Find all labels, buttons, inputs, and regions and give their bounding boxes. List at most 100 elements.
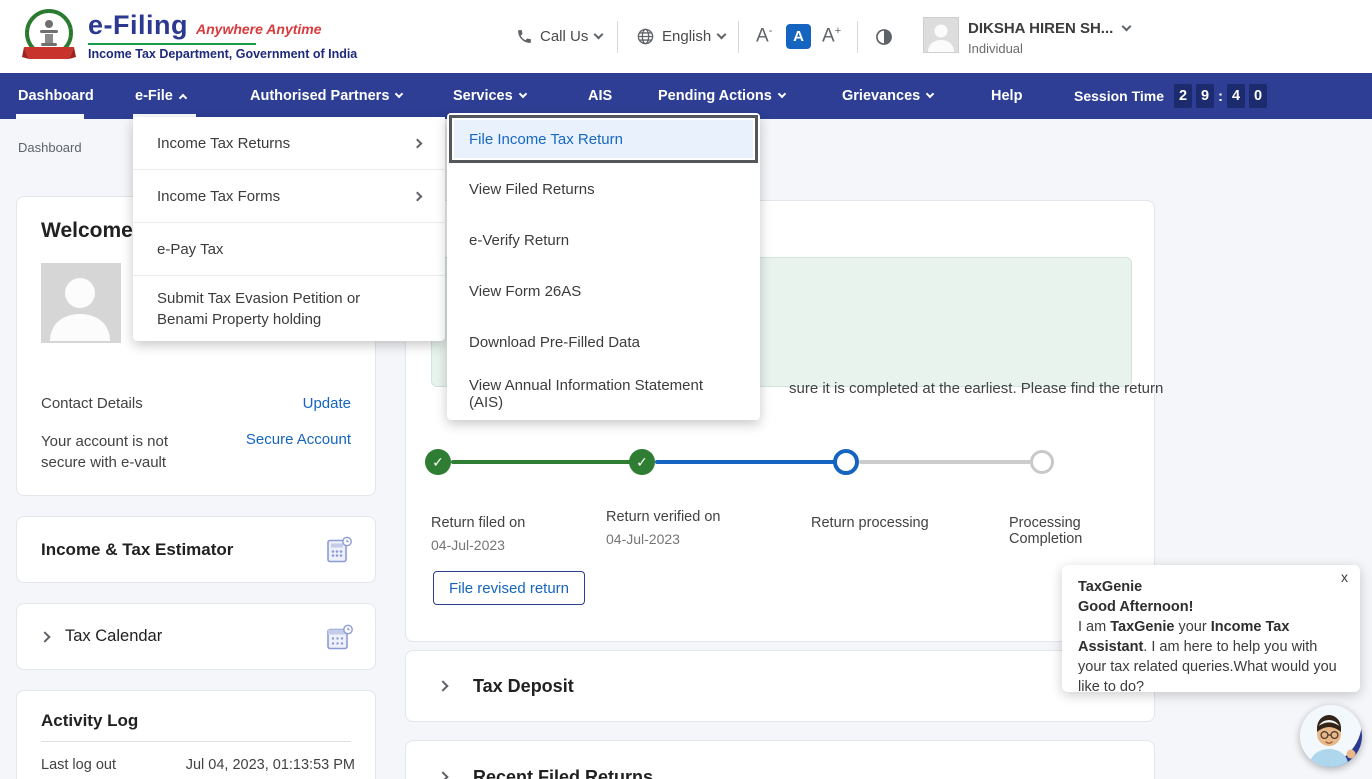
secure-account-link[interactable]: Secure Account	[246, 431, 351, 473]
menu-item-submit-tax-evasion-petition[interactable]: Submit Tax Evasion Petition or Benami Pr…	[133, 276, 445, 341]
font-size-normal-button[interactable]: A	[786, 0, 811, 73]
session-digit: 0	[1249, 84, 1267, 108]
update-link[interactable]: Update	[303, 395, 351, 412]
tax-deposit-title: Tax Deposit	[473, 676, 574, 697]
submenu-item-everify-return[interactable]: e-Verify Return	[447, 215, 760, 266]
language-menu[interactable]: English	[636, 0, 725, 73]
contrast-icon	[874, 27, 894, 47]
recent-filed-returns-accordion[interactable]: Recent Filed Returns	[405, 740, 1155, 779]
session-colon: :	[1218, 88, 1223, 105]
phone-icon	[516, 28, 533, 45]
evault-status-text: Your account is not secure with e-vault	[41, 431, 206, 473]
chevron-up-icon	[179, 94, 187, 102]
chevron-down-icon	[395, 90, 403, 98]
header-divider	[617, 21, 618, 53]
step-label: Return processing	[811, 515, 929, 531]
assistant-avatar-icon	[1300, 705, 1362, 767]
banner-text: sure it is completed at the earliest. Pl…	[789, 380, 1163, 397]
nav-efile[interactable]: e-File	[135, 73, 186, 119]
user-menu[interactable]: DIKSHA HIREN SH...	[968, 20, 1130, 37]
tax-calendar-card[interactable]: Tax Calendar	[16, 603, 376, 670]
step-label: Return filed on	[431, 515, 525, 531]
contact-details-label: Contact Details	[41, 395, 143, 412]
session-time-label: Session Time	[1074, 88, 1164, 104]
activity-log-card: Activity Log Last log out Jul 04, 2023, …	[16, 690, 376, 779]
nav-help[interactable]: Help	[991, 73, 1022, 119]
calendar-icon	[326, 623, 353, 650]
nav-dashboard[interactable]: Dashboard	[18, 73, 94, 119]
activity-log-title: Activity Log	[41, 711, 138, 731]
close-icon[interactable]: x	[1341, 569, 1348, 585]
stepper-line-done	[451, 460, 637, 464]
globe-icon	[636, 27, 655, 46]
user-avatar[interactable]	[923, 17, 959, 53]
taxgenie-chat-avatar[interactable]	[1300, 705, 1362, 767]
submenu-item-view-form-26as[interactable]: View Form 26AS	[447, 266, 760, 317]
taxgenie-name: TaxGenie	[1078, 577, 1344, 597]
step-pending-icon	[1030, 450, 1054, 474]
logo-tagline: Anywhere Anytime	[196, 21, 322, 37]
session-digit: 4	[1227, 84, 1245, 108]
header: e-Filing Anywhere Anytime Income Tax Dep…	[0, 0, 1372, 73]
chevron-down-icon	[518, 90, 526, 98]
last-logout-label: Last log out	[41, 757, 116, 773]
taxgenie-message: I am TaxGenie your Income Tax Assistant.…	[1078, 617, 1344, 697]
session-digit: 2	[1174, 84, 1192, 108]
estimator-title: Income & Tax Estimator	[41, 517, 233, 582]
chevron-down-icon	[1122, 22, 1132, 32]
header-divider	[857, 21, 858, 53]
tax-calendar-title: Tax Calendar	[65, 627, 162, 646]
logo-divider	[88, 43, 256, 45]
chevron-down-icon	[926, 90, 934, 98]
logo[interactable]: e-Filing Anywhere Anytime Income Tax Dep…	[88, 10, 357, 61]
chevron-right-icon	[437, 680, 448, 691]
income-tax-estimator-card[interactable]: Income & Tax Estimator	[16, 516, 376, 583]
menu-item-epay-tax[interactable]: e-Pay Tax	[133, 223, 445, 275]
efile-dropdown-menu: Income Tax Returns Income Tax Forms e-Pa…	[133, 117, 445, 341]
chevron-right-icon	[39, 631, 50, 642]
submenu-item-view-filed-returns[interactable]: View Filed Returns	[447, 164, 760, 215]
submenu-item-download-prefilled-data[interactable]: Download Pre-Filled Data	[447, 317, 760, 368]
divider	[41, 741, 351, 742]
call-us-menu[interactable]: Call Us	[516, 0, 602, 73]
step-check-icon: ✓	[425, 449, 451, 475]
profile-avatar	[41, 263, 121, 343]
chevron-down-icon	[594, 30, 604, 40]
step-date: 04-Jul-2023	[606, 531, 680, 547]
efiling-portal-page: e-Filing Anywhere Anytime Income Tax Dep…	[0, 0, 1372, 779]
step-label: Return verified on	[606, 509, 720, 525]
submenu-item-file-income-tax-return[interactable]: File Income Tax Return	[449, 115, 758, 163]
chevron-right-icon	[437, 771, 448, 779]
font-size-increase-button[interactable]: A+	[822, 0, 841, 73]
submenu-item-view-ais[interactable]: View Annual Information Statement (AIS)	[447, 368, 760, 419]
chevron-down-icon	[778, 90, 786, 98]
step-check-icon: ✓	[629, 449, 655, 475]
step-label: Processing Completion	[1009, 515, 1154, 547]
income-tax-returns-submenu: File Income Tax Return View Filed Return…	[447, 113, 760, 420]
font-size-decrease-button[interactable]: A-	[756, 0, 772, 73]
nav-grievances[interactable]: Grievances	[842, 73, 933, 119]
user-type: Individual	[968, 41, 1023, 56]
step-current-icon	[833, 449, 859, 475]
taxgenie-popup: x TaxGenie Good Afternoon! I am TaxGenie…	[1062, 565, 1360, 692]
calculator-icon	[326, 536, 353, 563]
logo-subtitle: Income Tax Department, Government of Ind…	[88, 47, 357, 61]
chevron-down-icon	[717, 30, 727, 40]
stepper-line-current	[655, 460, 839, 464]
active-tab-indicator	[16, 114, 84, 119]
breadcrumb: Dashboard	[18, 140, 82, 155]
contrast-toggle-button[interactable]	[874, 0, 894, 73]
menu-item-income-tax-forms[interactable]: Income Tax Forms	[133, 170, 445, 222]
session-timer: Session Time 2 9 : 4 0	[1074, 73, 1267, 119]
menu-item-income-tax-returns[interactable]: Income Tax Returns	[133, 117, 445, 169]
person-icon	[924, 18, 958, 52]
language-label: English	[662, 28, 711, 45]
tax-deposit-accordion[interactable]: Tax Deposit	[405, 650, 1155, 722]
user-name: DIKSHA HIREN SH...	[968, 20, 1113, 37]
nav-authorised-partners[interactable]: Authorised Partners	[250, 73, 402, 119]
person-icon	[41, 263, 119, 341]
income-tax-department-emblem-icon	[20, 7, 78, 67]
logo-title: e-Filing	[88, 10, 188, 41]
header-divider	[738, 21, 739, 53]
file-revised-return-button[interactable]: File revised return	[433, 571, 585, 605]
